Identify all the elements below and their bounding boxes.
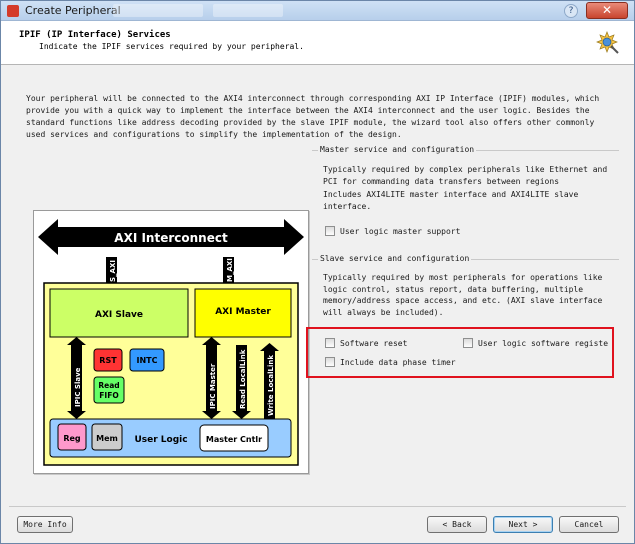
wizard-icon xyxy=(596,31,619,54)
page-title: IPIF (IP Interface) Services xyxy=(19,30,171,40)
checkbox-box[interactable] xyxy=(325,226,335,236)
intro-description: Your peripheral will be connected to the… xyxy=(26,94,600,139)
m-axi-label: M_AXI xyxy=(226,258,234,282)
footer-divider xyxy=(9,506,626,507)
write-locallink-label: Write LocalLink xyxy=(267,355,275,416)
content-area: Your peripheral will be connected to the… xyxy=(9,65,626,501)
page-header: IPIF (IP Interface) Services Indicate th… xyxy=(1,21,634,65)
background-tab xyxy=(213,4,283,17)
user-logic-master-support-checkbox[interactable]: User logic master support xyxy=(325,226,460,236)
axi-slave-label: AXI Slave xyxy=(95,310,143,320)
master-group-text: Typically required by complex peripheral… xyxy=(323,165,608,186)
app-icon xyxy=(7,5,19,17)
close-button[interactable]: ✕ xyxy=(586,2,628,19)
checkbox-label: User logic master support xyxy=(340,226,461,236)
back-button[interactable]: < Back xyxy=(427,516,487,533)
cancel-button[interactable]: Cancel xyxy=(559,516,619,533)
help-icon[interactable]: ? xyxy=(564,4,578,18)
read-fifo-label-1: Read xyxy=(98,381,119,390)
diagram-svg: AXI Interconnect S_AXI M_AXI AXI Slave A… xyxy=(38,219,304,466)
page-subtitle: Indicate the IPIF services required by y… xyxy=(39,42,304,51)
s-axi-label: S_AXI xyxy=(109,260,117,282)
mem-label: Mem xyxy=(96,434,118,443)
highlight-box xyxy=(306,327,614,378)
axi-interconnect-label: AXI Interconnect xyxy=(114,231,228,245)
more-info-button[interactable]: More Info xyxy=(17,516,73,533)
user-logic-label: User Logic xyxy=(134,435,187,445)
intc-label: INTC xyxy=(137,356,158,365)
title-bar[interactable]: Create Peripheral ? ✕ xyxy=(1,1,634,21)
ipif-block-diagram: AXI Interconnect S_AXI M_AXI AXI Slave A… xyxy=(33,210,309,474)
reg-label: Reg xyxy=(63,434,81,443)
ipic-master-label: IPIC Master xyxy=(209,363,217,409)
master-group-text-2: Includes AXI4LITE master interface and A… xyxy=(323,190,579,211)
background-tab xyxy=(113,4,203,17)
next-button[interactable]: Next > xyxy=(493,516,553,533)
rst-label: RST xyxy=(99,356,117,365)
axi-master-label: AXI Master xyxy=(215,307,271,317)
read-locallink-label: Read LocalLink xyxy=(239,349,247,409)
slave-group-text: Typically required by most peripherals f… xyxy=(323,273,603,317)
window-title: Create Peripheral xyxy=(25,4,121,17)
create-peripheral-window: Create Peripheral ? ✕ IPIF (IP Interface… xyxy=(0,0,635,544)
slave-group-legend: Slave service and configuration xyxy=(318,254,472,263)
master-group-legend: Master service and configuration xyxy=(318,145,477,154)
read-fifo-label-2: FIFO xyxy=(99,391,118,400)
ipic-slave-label: IPIC Slave xyxy=(74,367,82,407)
master-cntlr-label: Master Cntlr xyxy=(206,435,262,444)
